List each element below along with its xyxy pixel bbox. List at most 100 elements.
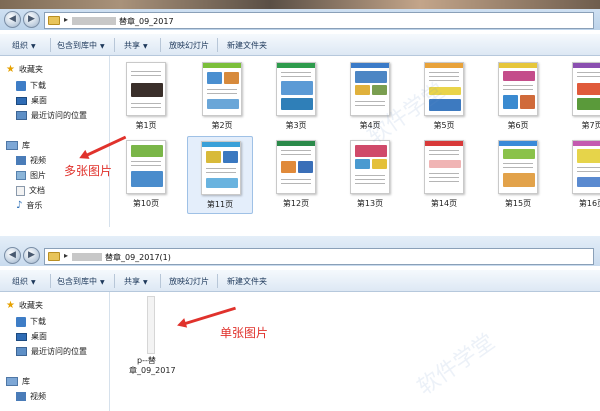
include-in-library-button[interactable]: 包含到库中 ▼: [57, 276, 105, 287]
image-thumbnail[interactable]: 第13页: [337, 136, 403, 214]
thumbnail-label: 第10页: [132, 199, 160, 208]
chevron-down-icon: ▼: [143, 279, 148, 286]
image-thumbnail[interactable]: 第2页: [189, 58, 255, 136]
page-preview: [350, 140, 390, 194]
thumbnail-label: 第5页: [433, 121, 455, 130]
file-item[interactable]: p--替 章_09_2017: [129, 296, 176, 375]
address-box[interactable]: ▸ 替章_09_2017(1): [44, 248, 594, 265]
thumbnail-label: 第14页: [430, 199, 458, 208]
slideshow-button[interactable]: 放映幻灯片: [169, 40, 209, 51]
blurred-path-segment: [72, 17, 116, 25]
chevron-down-icon: ▼: [31, 43, 36, 50]
nav-recent-places[interactable]: 最近访问的位置: [16, 346, 87, 360]
nav-downloads[interactable]: 下载: [16, 80, 46, 94]
star-icon: ★: [6, 64, 15, 75]
nav-favorites[interactable]: ★ 收藏夹: [6, 64, 43, 78]
image-thumbnail[interactable]: 第15页: [485, 136, 551, 214]
nav-videos[interactable]: 视频: [16, 155, 46, 169]
command-bar: 组织 ▼ 包含到库中 ▼ 共享 ▼ 放映幻灯片 新建文件夹: [0, 270, 600, 292]
image-thumbnail[interactable]: 第5页: [411, 58, 477, 136]
downloads-icon: [16, 316, 26, 327]
nav-desktop[interactable]: 桌面: [16, 95, 47, 109]
page-preview: [572, 140, 600, 194]
nav-libraries[interactable]: 库: [6, 140, 30, 154]
annotation-multi: 多张图片: [64, 164, 113, 178]
back-button[interactable]: ◀: [4, 11, 21, 28]
chevron-down-icon: ▼: [143, 43, 148, 50]
share-button[interactable]: 共享 ▼: [124, 40, 148, 51]
page-preview: [126, 62, 166, 116]
annotation-single: 单张图片: [220, 326, 269, 340]
image-thumbnail-selected[interactable]: 第11页: [187, 136, 253, 214]
image-thumbnail[interactable]: 第10页: [113, 136, 179, 214]
star-icon: ★: [6, 300, 15, 311]
documents-icon: [16, 185, 25, 196]
nav-recent-places[interactable]: 最近访问的位置: [16, 110, 87, 124]
image-thumbnail[interactable]: 第4页: [337, 58, 403, 136]
nav-downloads[interactable]: 下载: [16, 316, 46, 330]
forward-button[interactable]: ▶: [23, 11, 40, 28]
library-icon: [6, 141, 18, 150]
videos-icon: [16, 392, 26, 401]
breadcrumb-separator-icon: ▸: [64, 15, 69, 24]
nav-videos[interactable]: 视频: [16, 391, 46, 405]
thumbnail-label: 第1页: [135, 121, 157, 130]
thumbnail-label: 第15页: [504, 199, 532, 208]
desktop-icon: [16, 96, 27, 105]
page-preview: [424, 62, 464, 116]
nav-libraries[interactable]: 库: [6, 376, 30, 390]
image-thumbnail[interactable]: 第7页: [559, 58, 600, 136]
slideshow-button[interactable]: 放映幻灯片: [169, 276, 209, 287]
organize-button[interactable]: 组织 ▼: [12, 276, 36, 287]
thumbnail-label: 第12页: [282, 199, 310, 208]
desktop-icon: [16, 332, 27, 341]
address-box[interactable]: ▸ 替章_09_2017: [44, 12, 594, 29]
new-folder-button[interactable]: 新建文件夹: [227, 40, 267, 51]
page-preview: [201, 141, 241, 195]
folder-icon: [48, 16, 60, 25]
thumbnail-label: 第7页: [581, 121, 600, 130]
image-thumbnail[interactable]: 第1页: [113, 58, 179, 136]
blurred-path-segment: [72, 253, 102, 261]
page-preview: [424, 140, 464, 194]
page-preview: [498, 140, 538, 194]
thumbnail-label: 第2页: [211, 121, 233, 130]
videos-icon: [16, 156, 26, 165]
new-folder-button[interactable]: 新建文件夹: [227, 276, 267, 287]
pictures-icon: [16, 171, 26, 180]
image-thumbnail[interactable]: 第16页: [559, 136, 600, 214]
thumbnail-label: 第13页: [356, 199, 384, 208]
nav-documents[interactable]: 文档: [16, 185, 45, 199]
nav-desktop[interactable]: 桌面: [16, 331, 47, 345]
thumbnail-label: 第11页: [206, 200, 234, 209]
image-thumbnail[interactable]: 第12页: [263, 136, 329, 214]
explorer-window-single: ◀ ▶ ▸ 替章_09_2017(1) 组织 ▼ 包含到库中 ▼ 共享 ▼ 放映幻灯片…: [0, 236, 600, 411]
page-preview: [126, 140, 166, 194]
toolbar-divider: [217, 274, 218, 288]
back-button[interactable]: ◀: [4, 247, 21, 264]
share-button[interactable]: 共享 ▼: [124, 276, 148, 287]
image-thumbnail[interactable]: 第3页: [263, 58, 329, 136]
window-divider: [0, 227, 600, 236]
forward-button[interactable]: ▶: [23, 247, 40, 264]
nav-pictures[interactable]: 图片: [16, 170, 46, 184]
nav-favorites[interactable]: ★ 收藏夹: [6, 300, 43, 314]
file-list-multi: 第1页 第2页 第3页 第4页 第5页 第6页 第7页 第10页 第11页 第1…: [111, 56, 600, 227]
image-thumbnail[interactable]: 第14页: [411, 136, 477, 214]
file-name-label: p--替 章_09_2017: [129, 356, 176, 375]
page-preview: [350, 62, 390, 116]
address-path: 替章_09_2017(1): [105, 253, 171, 262]
nav-music[interactable]: ♪ 音乐: [16, 200, 42, 214]
organize-button[interactable]: 组织 ▼: [12, 40, 36, 51]
chevron-down-icon: ▼: [31, 279, 36, 286]
page-preview: [572, 62, 600, 116]
navigation-pane: ★ 收藏夹 下载 桌面 最近访问的位置 库 视频 图片 文档 ♪ 音乐: [0, 56, 110, 227]
recent-places-icon: [16, 347, 27, 356]
toolbar-divider: [50, 38, 51, 52]
include-in-library-button[interactable]: 包含到库中 ▼: [57, 40, 105, 51]
library-icon: [6, 377, 18, 386]
file-list-single: p--替 章_09_2017 软件学堂: [111, 292, 600, 411]
image-thumbnail[interactable]: 第6页: [485, 58, 551, 136]
background-photo-strip: [0, 0, 600, 9]
thumbnail-label: 第4页: [359, 121, 381, 130]
